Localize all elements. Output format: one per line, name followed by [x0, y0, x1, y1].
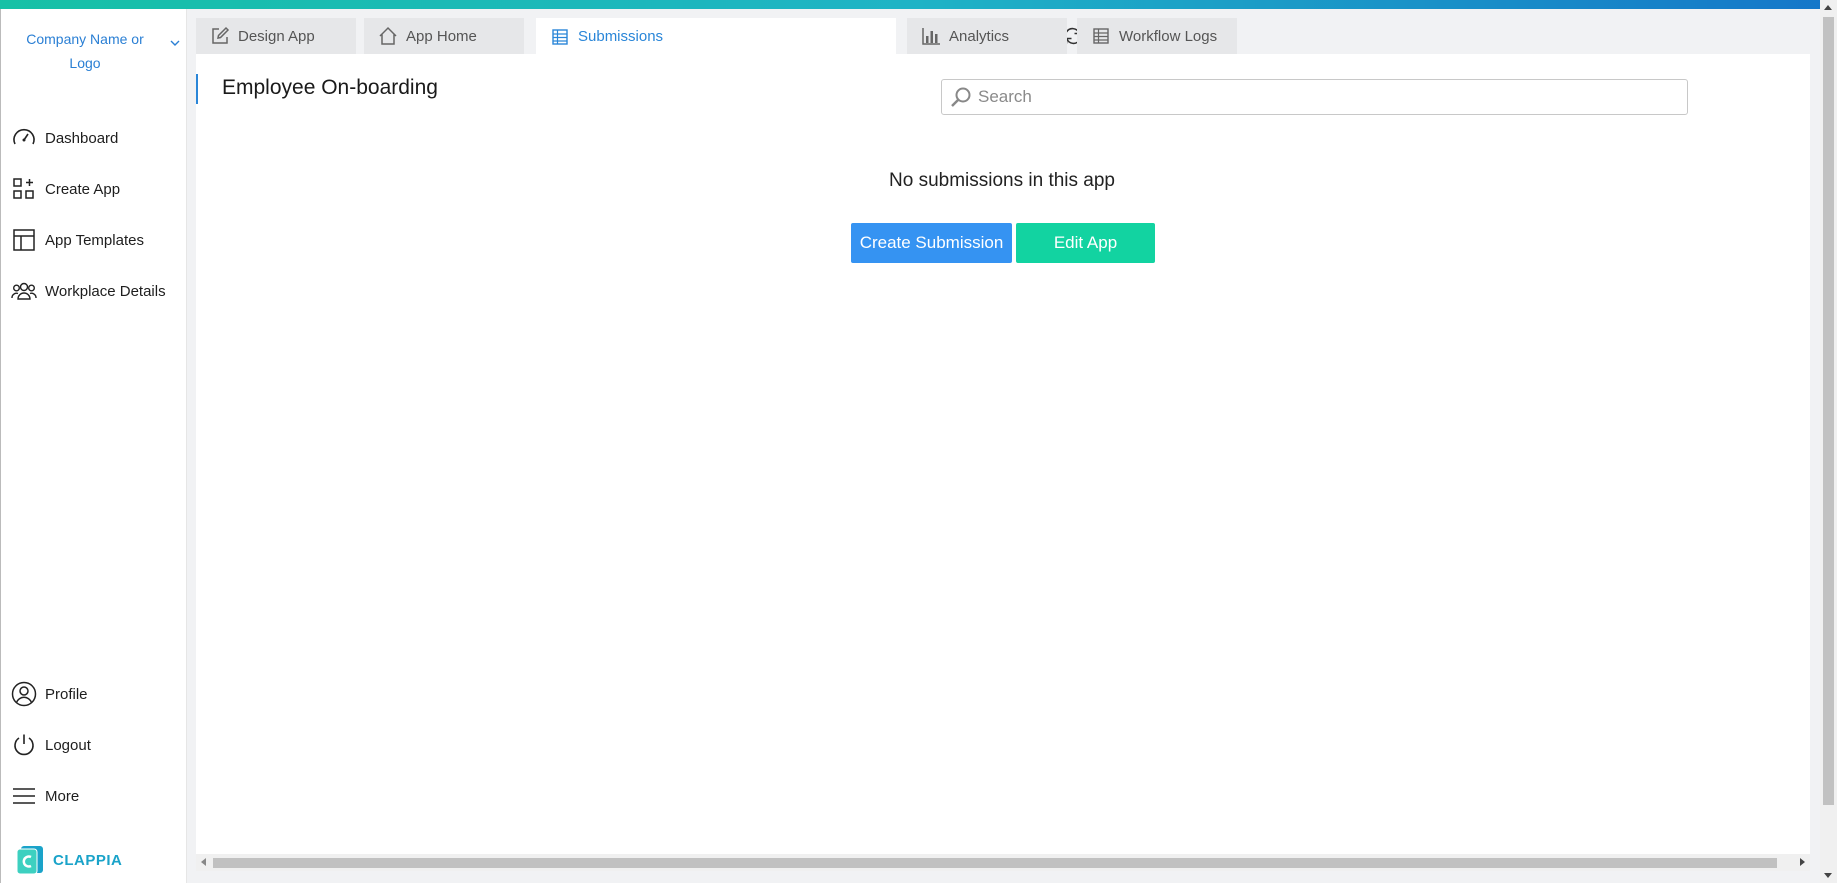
scroll-down-arrow[interactable]: [1824, 873, 1832, 878]
sidebar-item-profile[interactable]: Profile: [1, 676, 187, 712]
search-box[interactable]: [941, 79, 1688, 115]
tab-label: App Home: [406, 27, 477, 45]
scroll-left-arrow[interactable]: [201, 858, 206, 866]
search-input[interactable]: [978, 87, 1658, 107]
scroll-up-arrow[interactable]: [1824, 5, 1832, 10]
sidebar-item-label: App Templates: [45, 231, 144, 249]
gauge-icon: [10, 124, 38, 152]
scrollbar-thumb[interactable]: [1823, 17, 1834, 805]
sidebar-item-label: Create App: [45, 180, 121, 198]
table-icon: [550, 27, 570, 47]
tab-label: Workflow Logs: [1119, 27, 1218, 45]
tab-design-app[interactable]: Design App: [196, 18, 356, 54]
clappia-logo-icon: [16, 846, 43, 875]
bar-chart-icon: [921, 26, 941, 46]
brand: CLAPPIA: [15, 845, 122, 875]
power-icon: [10, 731, 38, 759]
edit-app-button[interactable]: Edit App: [1016, 223, 1155, 263]
sidebar-item-label: Profile: [45, 685, 88, 703]
sidebar-item-create-app[interactable]: Create App: [1, 171, 187, 207]
tab-analytics[interactable]: Analytics: [907, 18, 1067, 54]
tab-label: Design App: [238, 27, 315, 45]
table-icon: [1091, 26, 1111, 46]
users-icon: [10, 277, 38, 305]
title-accent-bar: [196, 74, 198, 104]
create-submission-button[interactable]: Create Submission: [851, 223, 1012, 263]
user-circle-icon: [10, 680, 38, 708]
horizontal-scrollbar[interactable]: [196, 854, 1810, 871]
sidebar-item-label: More: [45, 787, 80, 805]
main-content: Employee On-boarding No submissions in t…: [196, 54, 1810, 854]
sidebar-item-label: Logout: [45, 736, 91, 754]
brand-name: CLAPPIA: [53, 851, 123, 869]
sidebar-item-more[interactable]: More: [1, 778, 187, 814]
edit-icon: [210, 26, 230, 46]
tab-label: Submissions: [578, 28, 664, 45]
tab-workflow-logs[interactable]: Workflow Logs: [1077, 18, 1237, 54]
top-gradient-bar: [0, 0, 1837, 9]
grid-plus-icon: [10, 175, 38, 203]
tab-submissions[interactable]: Submissions: [536, 18, 1237, 55]
sidebar-item-label: Dashboard: [45, 129, 119, 147]
sidebar: Company Name or Logo Dashboard Create Ap…: [0, 9, 187, 883]
sidebar-item-workplace-details[interactable]: Workplace Details: [1, 273, 187, 309]
menu-icon: [10, 782, 38, 810]
company-name[interactable]: Company Name or Logo: [15, 27, 155, 75]
scrollbar-thumb[interactable]: [213, 858, 1777, 868]
sidebar-item-app-templates[interactable]: App Templates: [1, 222, 187, 258]
vertical-scrollbar[interactable]: [1820, 0, 1837, 883]
page-title: Employee On-boarding: [222, 76, 438, 99]
home-icon: [378, 26, 398, 46]
sidebar-item-logout[interactable]: Logout: [1, 727, 187, 763]
tab-app-home[interactable]: App Home: [364, 18, 524, 54]
layout-icon: [10, 226, 38, 254]
sidebar-item-dashboard[interactable]: Dashboard: [1, 120, 187, 156]
search-icon: [950, 86, 972, 108]
sidebar-item-label: Workplace Details: [45, 282, 166, 300]
tab-label: Analytics: [949, 27, 1010, 45]
scroll-right-arrow[interactable]: [1800, 858, 1805, 866]
chevron-down-icon[interactable]: [169, 37, 181, 49]
empty-state-message: No submissions in this app: [889, 170, 1115, 191]
